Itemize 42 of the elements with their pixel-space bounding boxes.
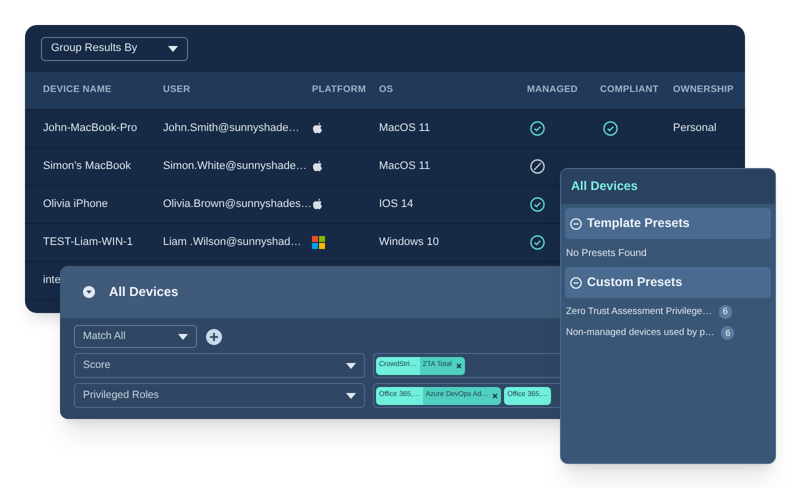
field-dropdown[interactable]: Privileged Roles: [74, 383, 365, 408]
preset-item[interactable]: Zero Trust Assessment Privilege…: [566, 305, 712, 320]
table-cell-text: Personal: [673, 121, 718, 136]
table-cell-text: Liam .Wilson@sunnyshad…: [163, 235, 302, 250]
caret-icon: [346, 362, 356, 368]
caret-icon: [178, 334, 188, 340]
table-cell-text: Simon.White@sunnyshade…: [163, 159, 308, 174]
table-cell-text: TEST-Liam-WIN-1: [43, 235, 134, 250]
table-cell-text: John-MacBook-Pro: [43, 121, 138, 136]
field-dropdown[interactable]: Score: [74, 353, 365, 378]
table-cell-text: inte: [43, 273, 62, 288]
table-cell-text: MacOS 11: [379, 121, 432, 136]
caret-icon: [168, 46, 178, 52]
panel-title: All Devices: [571, 178, 638, 196]
match-dropdown[interactable]: Match All: [74, 325, 197, 348]
caret-icon: [346, 392, 356, 398]
table-cell-text: MacOS 11: [379, 159, 432, 174]
table-cell-text: Simon’s MacBook: [43, 159, 132, 174]
preset-item[interactable]: Non-managed devices used by p…: [566, 326, 714, 340]
empty-message: No Presets Found: [565, 247, 648, 261]
section-header[interactable]: Custom Presets: [565, 267, 771, 298]
collapse-toggle-icon[interactable]: [83, 286, 95, 298]
table-cell-text: Olivia iPhone: [43, 197, 109, 212]
remove-icon[interactable]: [492, 392, 498, 398]
count-badge: 6: [721, 326, 734, 340]
table-cell-text: Olivia.Brown@sunnyshades…: [163, 197, 312, 212]
column-header: DEVICE NAME: [43, 83, 113, 98]
table-cell-text: IOS 14: [379, 197, 414, 212]
column-header: MANAGED: [527, 83, 579, 98]
table-cell-text: Windows 10: [379, 235, 440, 250]
column-header: OWNERSHIP: [673, 83, 735, 98]
table-cell-text: John.Smith@sunnyshade…: [163, 121, 301, 136]
remove-icon[interactable]: [456, 362, 462, 368]
column-header: COMPLIANT: [600, 83, 660, 98]
column-header: OS: [379, 83, 394, 98]
column-header: PLATFORM: [312, 83, 367, 98]
count-badge: 6: [718, 305, 732, 320]
add-icon[interactable]: [206, 328, 222, 344]
group-by-dropdown[interactable]: Group Results By: [41, 36, 188, 60]
panel-title: All Devices: [109, 283, 178, 302]
column-header: USER: [163, 83, 192, 98]
section-header[interactable]: Template Presets: [565, 208, 771, 239]
